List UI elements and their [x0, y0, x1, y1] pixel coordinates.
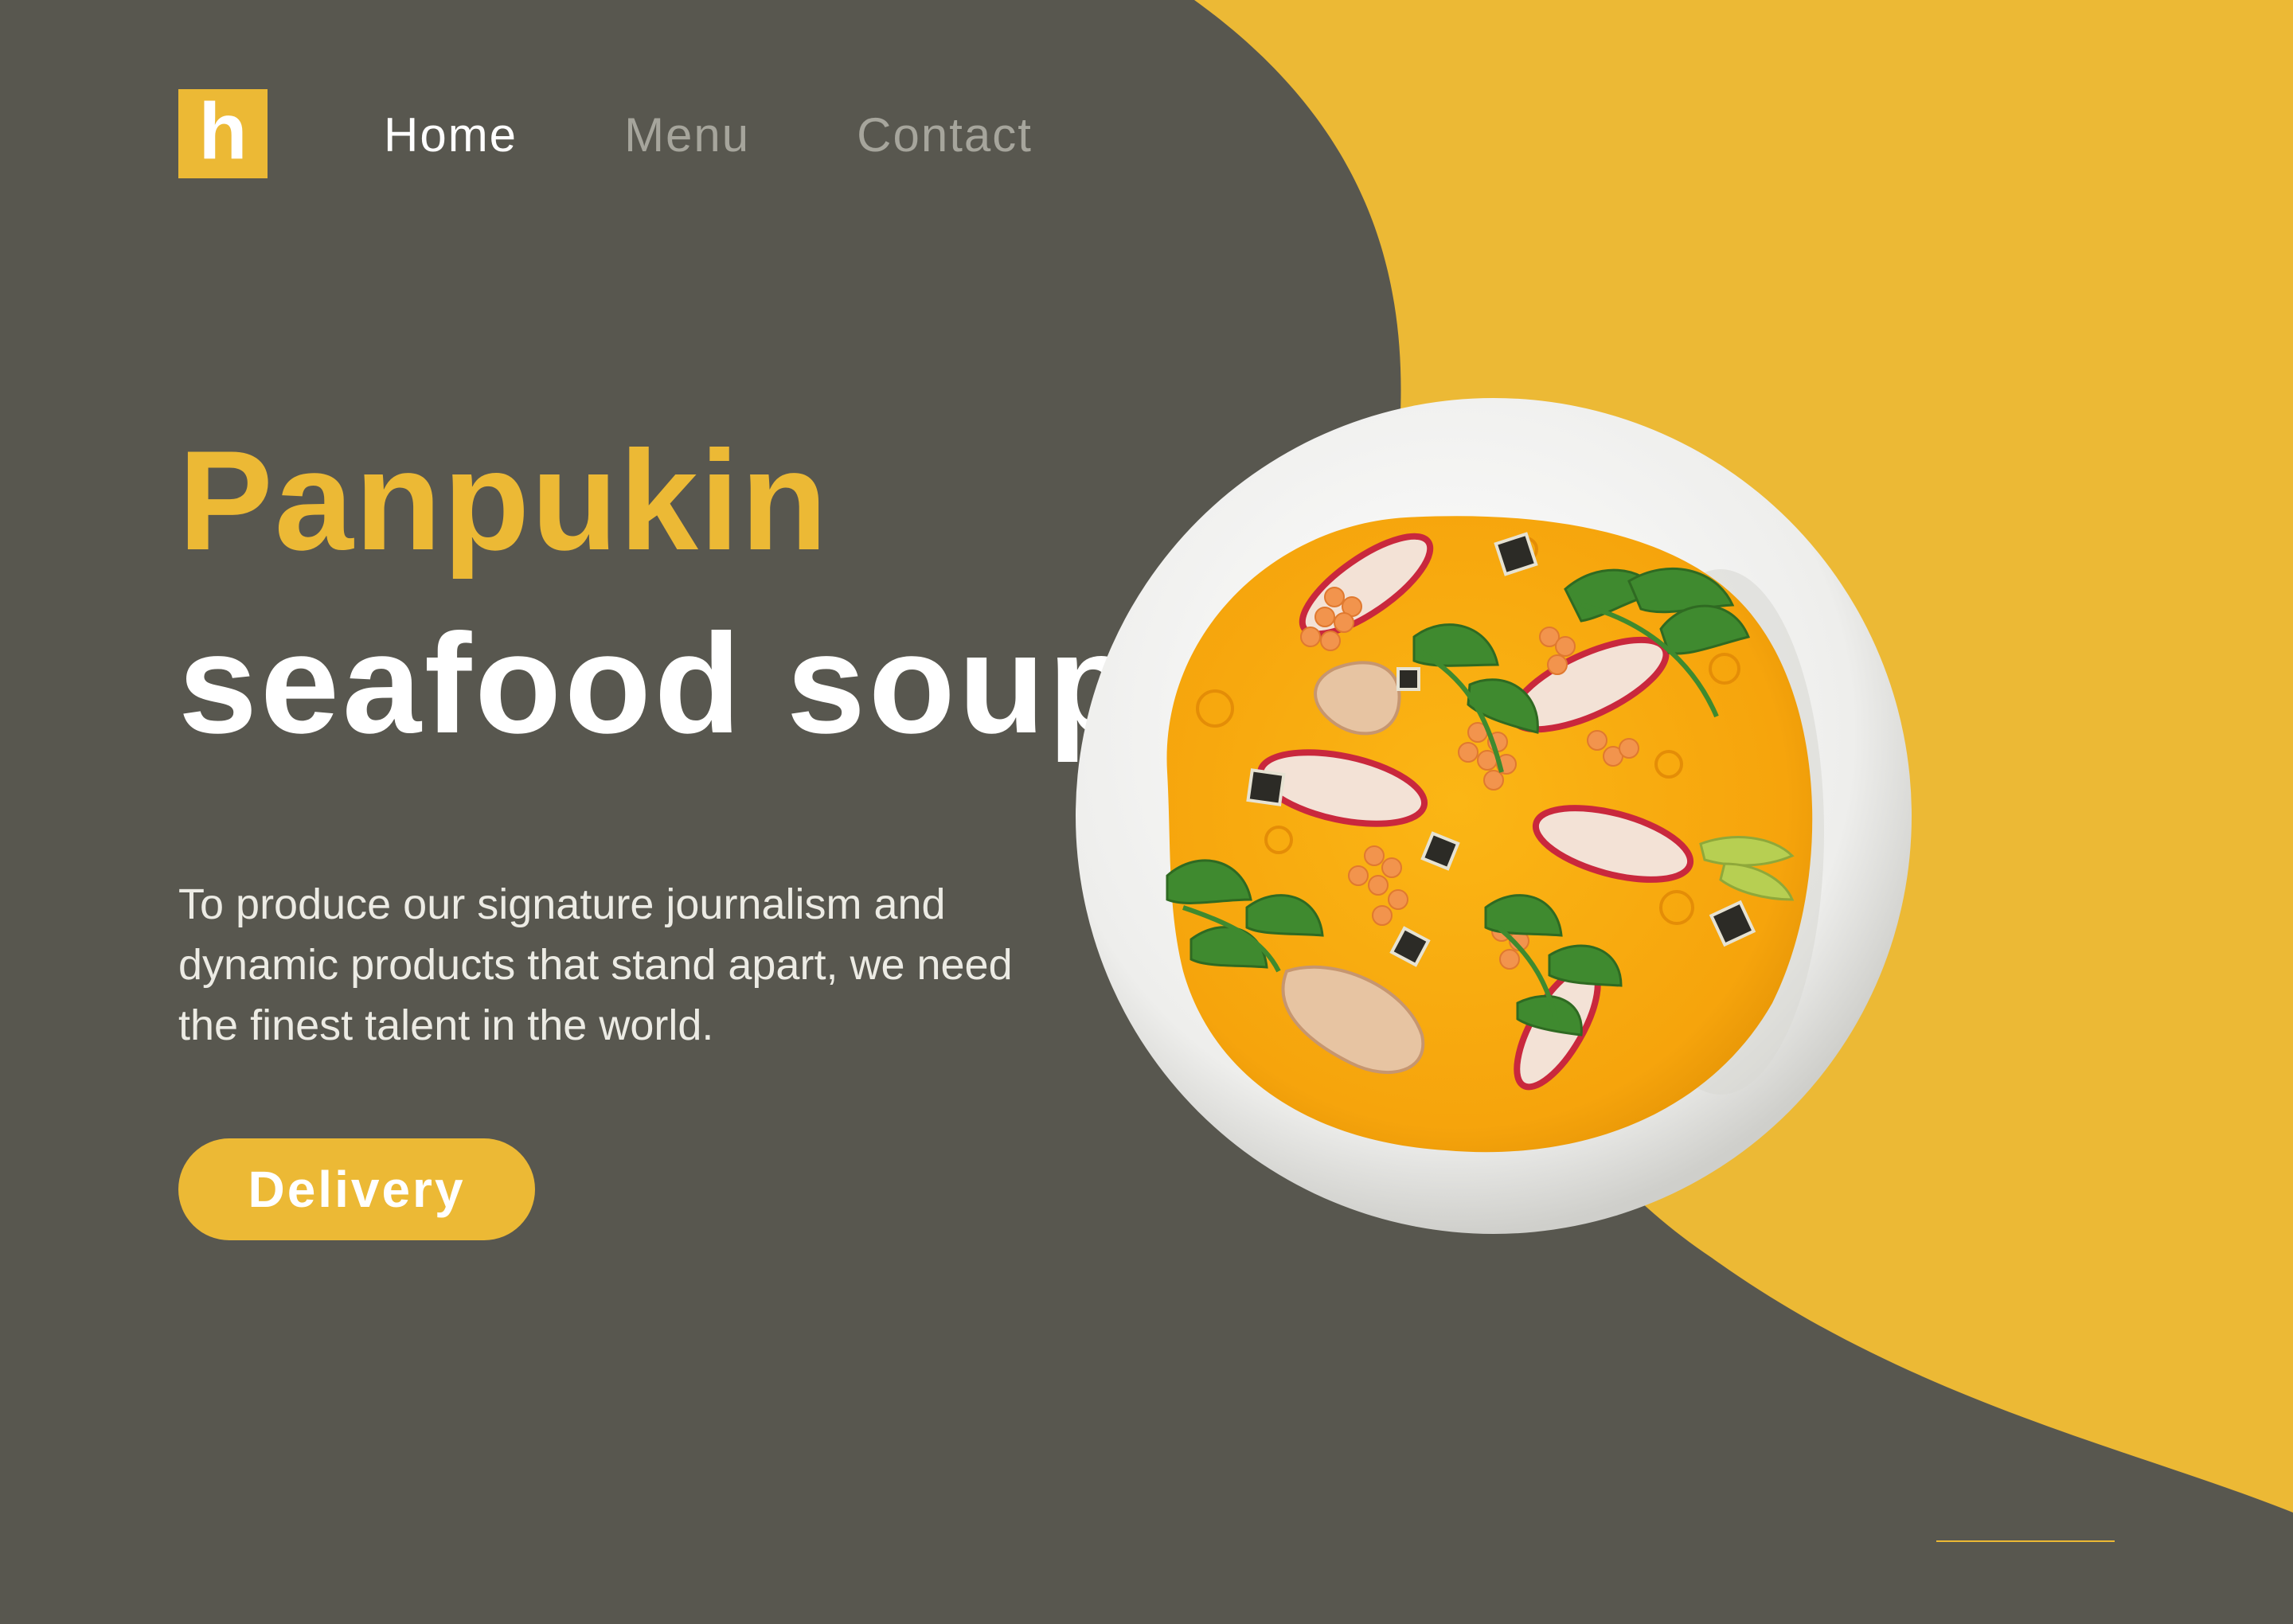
- hero-title-line2: seafood soup: [178, 604, 1139, 763]
- soup-bowl-icon: [1076, 398, 1912, 1234]
- nav-item-menu[interactable]: Menu: [624, 107, 750, 164]
- h-logo-icon[interactable]: h: [178, 89, 268, 178]
- nav-item-home[interactable]: Home: [384, 107, 518, 164]
- landing-page: h Home Menu Contact Panpukin seafood sou…: [0, 0, 2293, 1624]
- hero-title-line1: Panpukin: [178, 421, 830, 580]
- main-nav: Home Menu Contact: [384, 107, 1033, 164]
- delivery-button[interactable]: Delivery: [178, 1138, 535, 1240]
- hero-description: To produce our signature journalism and …: [178, 880, 1013, 1049]
- decorative-line: [1936, 1540, 2115, 1542]
- nav-item-contact[interactable]: Contact: [857, 107, 1033, 164]
- logo-letter: h: [198, 87, 248, 176]
